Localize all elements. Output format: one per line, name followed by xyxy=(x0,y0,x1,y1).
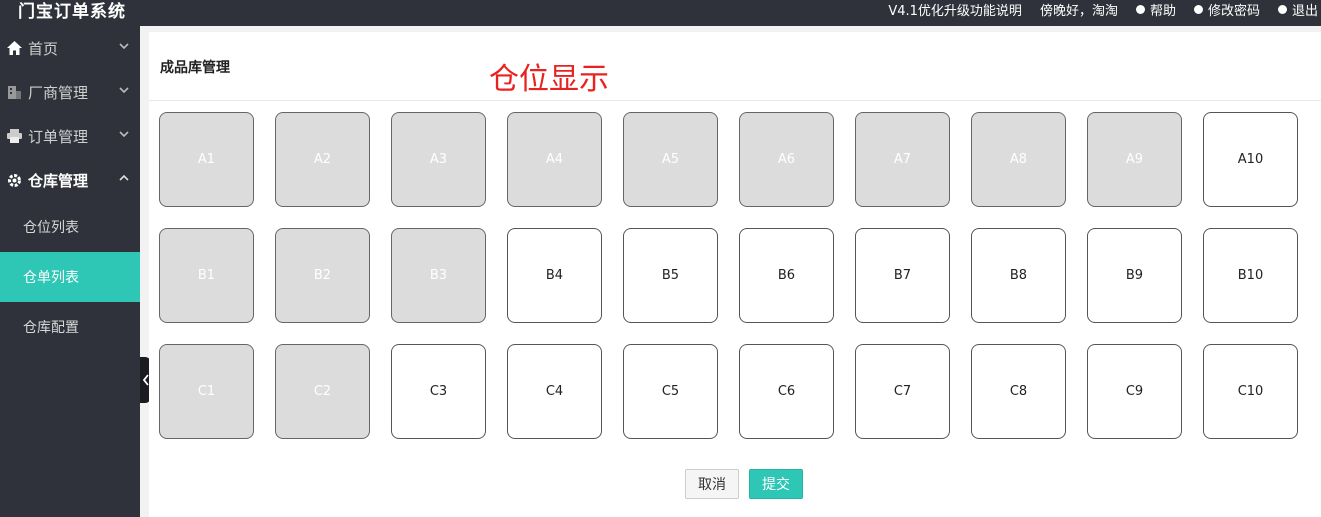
warehouse-slot-a10[interactable]: A10 xyxy=(1203,112,1298,207)
warehouse-slot-a8[interactable]: A8 xyxy=(971,112,1066,207)
print-icon xyxy=(6,128,22,144)
warehouse-slot-b6[interactable]: B6 xyxy=(739,228,834,323)
warehouse-slot-b7[interactable]: B7 xyxy=(855,228,950,323)
help-link[interactable]: 帮助 xyxy=(1135,0,1176,19)
logout-icon xyxy=(1277,4,1287,14)
sidebar-subitem-receipt-list[interactable]: 仓单列表 xyxy=(0,252,140,302)
sidebar-item-home[interactable]: 首页 xyxy=(0,26,140,70)
warehouse-slot-c10[interactable]: C10 xyxy=(1203,344,1298,439)
gear-icon xyxy=(6,172,22,188)
logout-link[interactable]: 退出 xyxy=(1277,0,1318,19)
warehouse-slot-c8[interactable]: C8 xyxy=(971,344,1066,439)
divider xyxy=(149,100,1321,101)
warehouse-slot-a3[interactable]: A3 xyxy=(391,112,486,207)
warehouse-slot-a1[interactable]: A1 xyxy=(159,112,254,207)
upgrade-note-link[interactable]: V4.1优化升级功能说明 xyxy=(888,0,1022,19)
annotation-text: 仓位显示 xyxy=(489,62,609,97)
sidebar-item-warehouse[interactable]: 仓库管理 xyxy=(0,158,140,202)
warehouse-slot-c5[interactable]: C5 xyxy=(623,344,718,439)
greeting-text: 傍晚好，淘淘 xyxy=(1039,3,1118,19)
change-password-label: 修改密码 xyxy=(1207,3,1260,19)
warehouse-slot-a6[interactable]: A6 xyxy=(739,112,834,207)
warehouse-slot-a7[interactable]: A7 xyxy=(855,112,950,207)
warehouse-slot-c9[interactable]: C9 xyxy=(1087,344,1182,439)
building-icon xyxy=(6,84,22,100)
warehouse-slot-a2[interactable]: A2 xyxy=(275,112,370,207)
sidebar-item-label: 订单管理 xyxy=(28,127,89,146)
chevron-down-icon xyxy=(119,131,129,138)
top-nav: V4.1优化升级功能说明 傍晚好，淘淘 帮助 修改密码 退出 xyxy=(870,0,1318,19)
cancel-button[interactable]: 取消 xyxy=(685,469,739,499)
page-title: 成品库管理 xyxy=(160,60,230,76)
warehouse-slot-c7[interactable]: C7 xyxy=(855,344,950,439)
change-password-link[interactable]: 修改密码 xyxy=(1193,0,1260,19)
warehouse-slot-b8[interactable]: B8 xyxy=(971,228,1066,323)
warehouse-slot-b3[interactable]: B3 xyxy=(391,228,486,323)
warehouse-slot-b2[interactable]: B2 xyxy=(275,228,370,323)
warehouse-slot-c6[interactable]: C6 xyxy=(739,344,834,439)
warehouse-slot-b10[interactable]: B10 xyxy=(1203,228,1298,323)
sidebar-subitem-slot-list[interactable]: 仓位列表 xyxy=(0,202,140,252)
help-icon xyxy=(1135,4,1145,14)
warehouse-slot-b1[interactable]: B1 xyxy=(159,228,254,323)
warehouse-slot-c2[interactable]: C2 xyxy=(275,344,370,439)
sidebar-item-label: 厂商管理 xyxy=(28,83,89,102)
warehouse-slot-a5[interactable]: A5 xyxy=(623,112,718,207)
logout-label: 退出 xyxy=(1291,3,1318,19)
edit-icon xyxy=(1193,4,1203,14)
submit-button[interactable]: 提交 xyxy=(749,469,803,499)
sidebar: 首页 厂商管理 订单管理 仓库管理 仓位列表 仓单列表 仓库配置 xyxy=(0,26,140,517)
sidebar-subitem-warehouse-config[interactable]: 仓库配置 xyxy=(0,302,140,352)
chevron-down-icon xyxy=(119,43,129,50)
main-panel: 成品库管理 仓位显示 A1 A2 A3 A4 A5 A6 A7 A8 A9 A10 B1 B2 B3 B4… xyxy=(149,32,1321,517)
warehouse-slot-a9[interactable]: A9 xyxy=(1087,112,1182,207)
app-logo: 门宝订单系统 xyxy=(18,2,126,22)
sidebar-item-label: 首页 xyxy=(28,39,59,58)
warehouse-slot-c1[interactable]: C1 xyxy=(159,344,254,439)
help-label: 帮助 xyxy=(1149,3,1176,19)
warehouse-slot-b5[interactable]: B5 xyxy=(623,228,718,323)
warehouse-slot-b9[interactable]: B9 xyxy=(1087,228,1182,323)
warehouse-slot-a4[interactable]: A4 xyxy=(507,112,602,207)
warehouse-slot-c4[interactable]: C4 xyxy=(507,344,602,439)
home-icon xyxy=(6,40,22,56)
sidebar-item-orders[interactable]: 订单管理 xyxy=(0,114,140,158)
chevron-down-icon xyxy=(119,87,129,94)
sidebar-item-vendors[interactable]: 厂商管理 xyxy=(0,70,140,114)
warehouse-slot-b4[interactable]: B4 xyxy=(507,228,602,323)
top-bar: 门宝订单系统 V4.1优化升级功能说明 傍晚好，淘淘 帮助 修改密码 退出 xyxy=(0,0,1321,26)
warehouse-slot-c3[interactable]: C3 xyxy=(391,344,486,439)
chevron-up-icon xyxy=(119,174,129,181)
sidebar-item-label: 仓库管理 xyxy=(28,171,89,190)
